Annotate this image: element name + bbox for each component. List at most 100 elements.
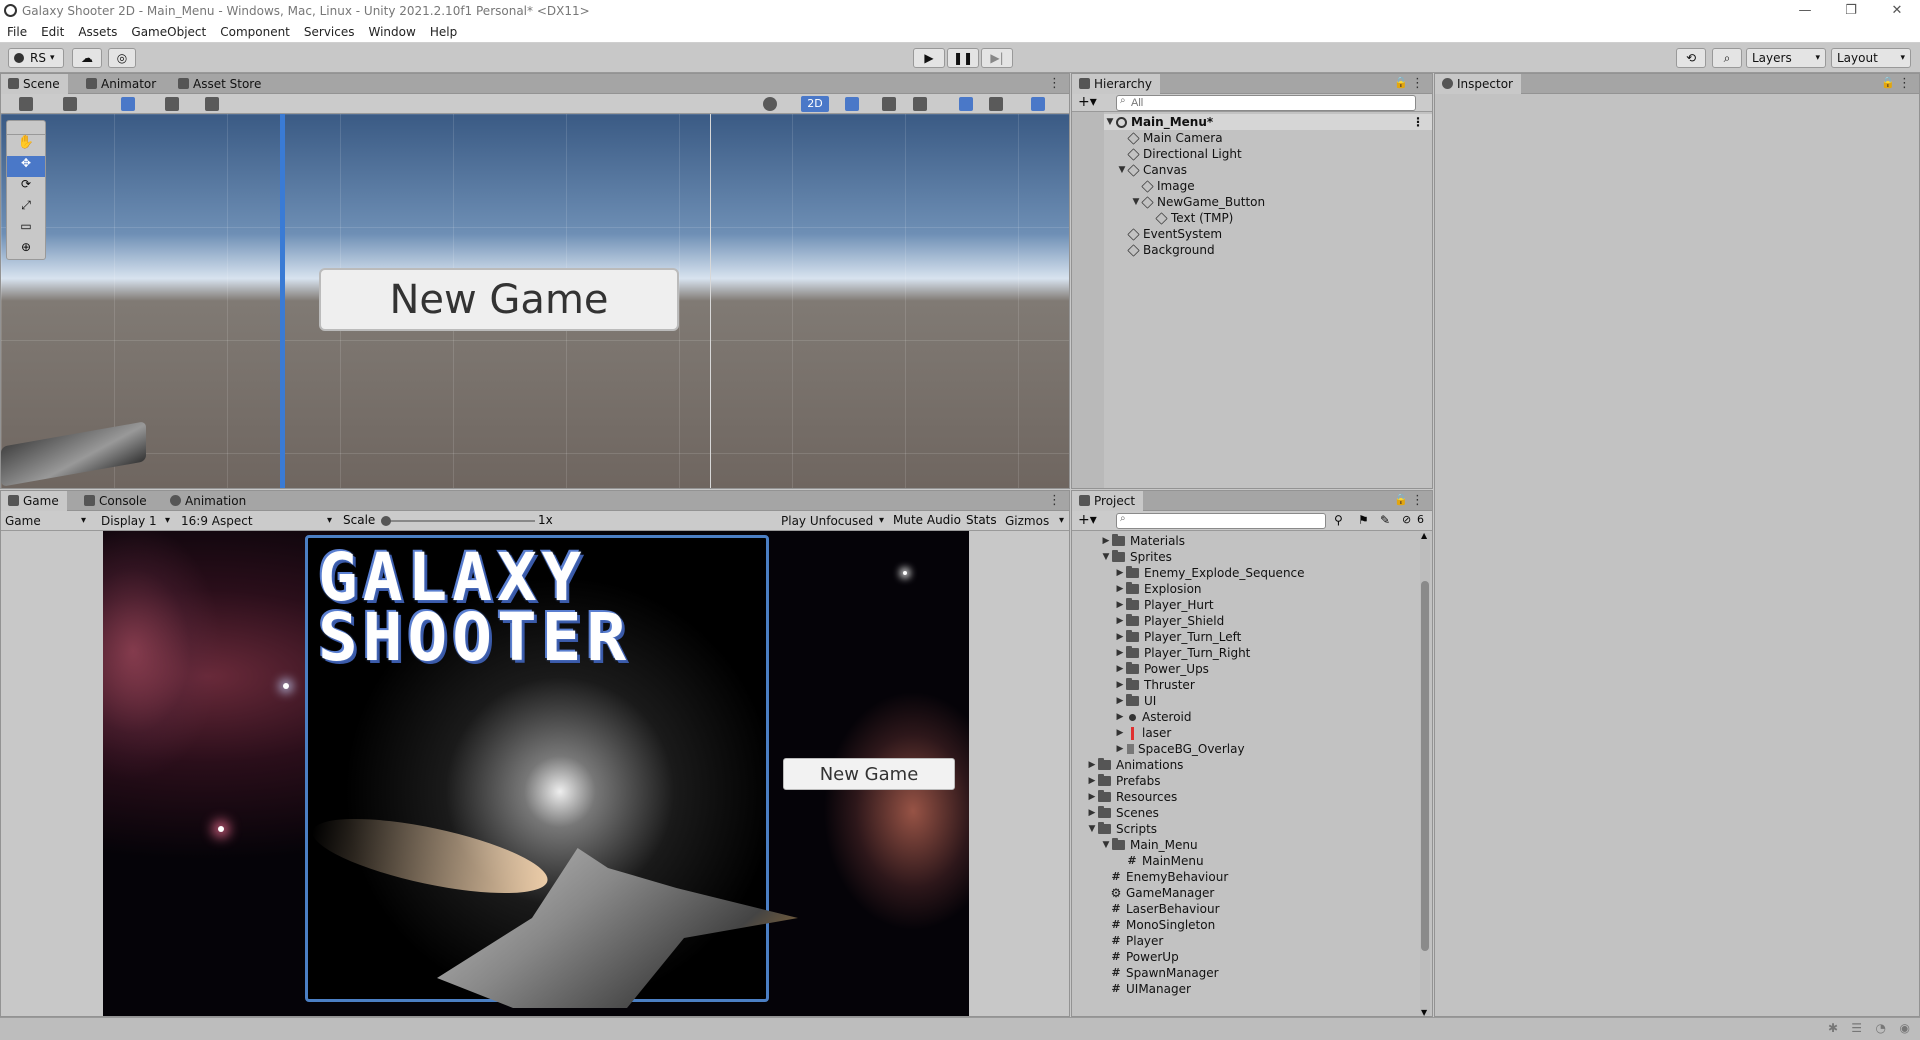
- project-item[interactable]: ▶ UI: [1114, 693, 1156, 709]
- project-item[interactable]: ▶ Player_Turn_Left: [1114, 629, 1241, 645]
- camera-icon[interactable]: [989, 97, 1003, 111]
- expand-arrow-icon[interactable]: ▼: [1100, 549, 1112, 565]
- draw-mode-icon[interactable]: [63, 97, 77, 111]
- mute-audio-button[interactable]: Mute Audio: [893, 513, 961, 527]
- menu-help[interactable]: Help: [423, 25, 464, 39]
- hierarchy-item[interactable]: ▼ NewGame_Button: [1130, 194, 1266, 210]
- project-item[interactable]: # UIManager: [1110, 981, 1191, 997]
- expand-arrow-icon[interactable]: ▶: [1086, 773, 1098, 789]
- restore-icon[interactable]: ❐: [1828, 0, 1874, 22]
- audio-icon[interactable]: [882, 97, 896, 111]
- effects-icon[interactable]: [913, 97, 927, 111]
- tab-hierarchy[interactable]: Hierarchy: [1072, 74, 1161, 94]
- scale-slider-handle[interactable]: [381, 516, 391, 526]
- notification-icon[interactable]: ◉: [1900, 1021, 1910, 1035]
- project-item[interactable]: # PowerUp: [1110, 949, 1178, 965]
- project-item[interactable]: # EnemyBehaviour: [1110, 869, 1228, 885]
- progress-icon[interactable]: ◔: [1876, 1021, 1886, 1035]
- expand-arrow-icon[interactable]: ▶: [1086, 757, 1098, 773]
- step-button[interactable]: ▶|: [981, 48, 1013, 68]
- ruler-icon[interactable]: [205, 97, 219, 111]
- tab-animation[interactable]: Animation: [163, 491, 254, 511]
- project-item[interactable]: ▼ Scripts: [1086, 821, 1157, 837]
- project-item[interactable]: ▶ Prefabs: [1086, 773, 1161, 789]
- expand-arrow-icon[interactable]: ▶: [1086, 789, 1098, 805]
- project-item[interactable]: ▶ Player_Shield: [1114, 613, 1224, 629]
- menu-assets[interactable]: Assets: [71, 25, 124, 39]
- tab-console[interactable]: Console: [77, 491, 155, 511]
- project-item[interactable]: # MonoSingleton: [1110, 917, 1215, 933]
- project-item[interactable]: ▶ Player_Hurt: [1114, 597, 1214, 613]
- minimize-icon[interactable]: —: [1782, 0, 1828, 22]
- hierarchy-scene-row[interactable]: ▼ Main_Menu* ⋮: [1104, 114, 1432, 130]
- transform-tool-icon[interactable]: [19, 97, 33, 111]
- project-item[interactable]: # SpawnManager: [1110, 965, 1218, 981]
- palette-handle-icon[interactable]: [7, 121, 45, 135]
- project-item[interactable]: # MainMenu: [1126, 853, 1203, 869]
- expand-arrow-icon[interactable]: ▶: [1114, 581, 1126, 597]
- project-item[interactable]: ⚙ GameManager: [1110, 885, 1215, 901]
- favorites-icon[interactable]: ✎: [1380, 513, 1390, 527]
- project-item[interactable]: # Player: [1110, 933, 1163, 949]
- display-dropdown[interactable]: Display 1: [97, 513, 173, 529]
- menu-edit[interactable]: Edit: [34, 25, 71, 39]
- more-options-icon[interactable]: ⋮: [1412, 114, 1424, 130]
- lock-icon[interactable]: 🔒: [1394, 76, 1408, 89]
- cloud-button[interactable]: ☁: [72, 48, 102, 68]
- close-icon[interactable]: ✕: [1874, 0, 1920, 22]
- play-button[interactable]: ▶: [913, 48, 945, 68]
- expand-arrow-icon[interactable]: ▶: [1114, 645, 1126, 661]
- game-viewport[interactable]: GALAXY SHOOTER New Game: [103, 531, 969, 1016]
- expand-arrow-icon[interactable]: ▶: [1100, 533, 1112, 549]
- create-add-icon[interactable]: +▾: [1078, 512, 1097, 528]
- project-item[interactable]: ▼ Main_Menu: [1100, 837, 1198, 853]
- history-button[interactable]: ⟲: [1676, 48, 1706, 68]
- expand-arrow-icon[interactable]: ▶: [1114, 661, 1126, 677]
- project-scrollbar[interactable]: ▲ ▼: [1420, 531, 1430, 1017]
- expand-arrow-icon[interactable]: ▶: [1114, 709, 1126, 725]
- more-options-icon[interactable]: ⋮: [1411, 493, 1424, 508]
- pause-button[interactable]: ❚❚: [947, 48, 979, 68]
- scroll-up-icon[interactable]: ▲: [1421, 531, 1427, 540]
- project-item[interactable]: ▼ Sprites: [1100, 549, 1172, 565]
- rotate-tool-icon[interactable]: ⟳: [7, 177, 45, 198]
- scene-viewport[interactable]: New Game: [1, 114, 1069, 488]
- tab-animator[interactable]: Animator: [79, 74, 164, 94]
- more-options-icon[interactable]: ⋮: [1411, 76, 1424, 91]
- project-item[interactable]: ▶ Scenes: [1086, 805, 1159, 821]
- game-new-game-button[interactable]: New Game: [783, 758, 955, 790]
- project-item[interactable]: ▶ Animations: [1086, 757, 1183, 773]
- scale-tool-icon[interactable]: ⤢: [7, 198, 45, 219]
- bug-icon[interactable]: ✱: [1828, 1021, 1838, 1035]
- scene-new-game-button[interactable]: New Game: [319, 268, 679, 331]
- project-item[interactable]: ▶ Enemy_Explode_Sequence: [1114, 565, 1305, 581]
- expand-arrow-icon[interactable]: ▶: [1114, 565, 1126, 581]
- project-scrollbar-thumb[interactable]: [1421, 581, 1429, 951]
- menu-services[interactable]: Services: [297, 25, 362, 39]
- more-options-icon[interactable]: ⋮: [1898, 76, 1911, 91]
- search-button[interactable]: ⌕: [1712, 48, 1742, 68]
- menu-window[interactable]: Window: [362, 25, 423, 39]
- stats-button[interactable]: Stats: [966, 513, 997, 527]
- hierarchy-item[interactable]: EventSystem: [1116, 226, 1222, 242]
- lock-icon[interactable]: 🔒: [1881, 76, 1895, 89]
- expand-arrow-icon[interactable]: ▼: [1086, 821, 1098, 837]
- hierarchy-item[interactable]: Background: [1116, 242, 1215, 258]
- more-options-icon[interactable]: ⋮: [1048, 76, 1061, 91]
- scroll-down-icon[interactable]: ▼: [1421, 1008, 1427, 1017]
- hierarchy-item[interactable]: Text (TMP): [1144, 210, 1233, 226]
- expand-arrow-icon[interactable]: ▶: [1114, 629, 1126, 645]
- snap-settings-icon[interactable]: [165, 97, 179, 111]
- visibility-icon[interactable]: [959, 97, 973, 111]
- project-item[interactable]: # LaserBehaviour: [1110, 901, 1219, 917]
- play-mode-dropdown[interactable]: Play Unfocused: [777, 513, 887, 529]
- hierarchy-item[interactable]: Image: [1130, 178, 1195, 194]
- tab-game[interactable]: Game: [1, 491, 67, 511]
- game-mode-dropdown[interactable]: Game: [1, 513, 89, 529]
- grid-snap-icon[interactable]: [121, 97, 135, 111]
- expand-arrow-icon[interactable]: ▶: [1114, 613, 1126, 629]
- aspect-dropdown[interactable]: 16:9 Aspect: [177, 513, 335, 529]
- hand-tool-icon[interactable]: ✋: [7, 135, 45, 156]
- layout-dropdown[interactable]: Layout ▾: [1831, 48, 1911, 68]
- gizmos-dropdown[interactable]: Gizmos: [1001, 513, 1067, 529]
